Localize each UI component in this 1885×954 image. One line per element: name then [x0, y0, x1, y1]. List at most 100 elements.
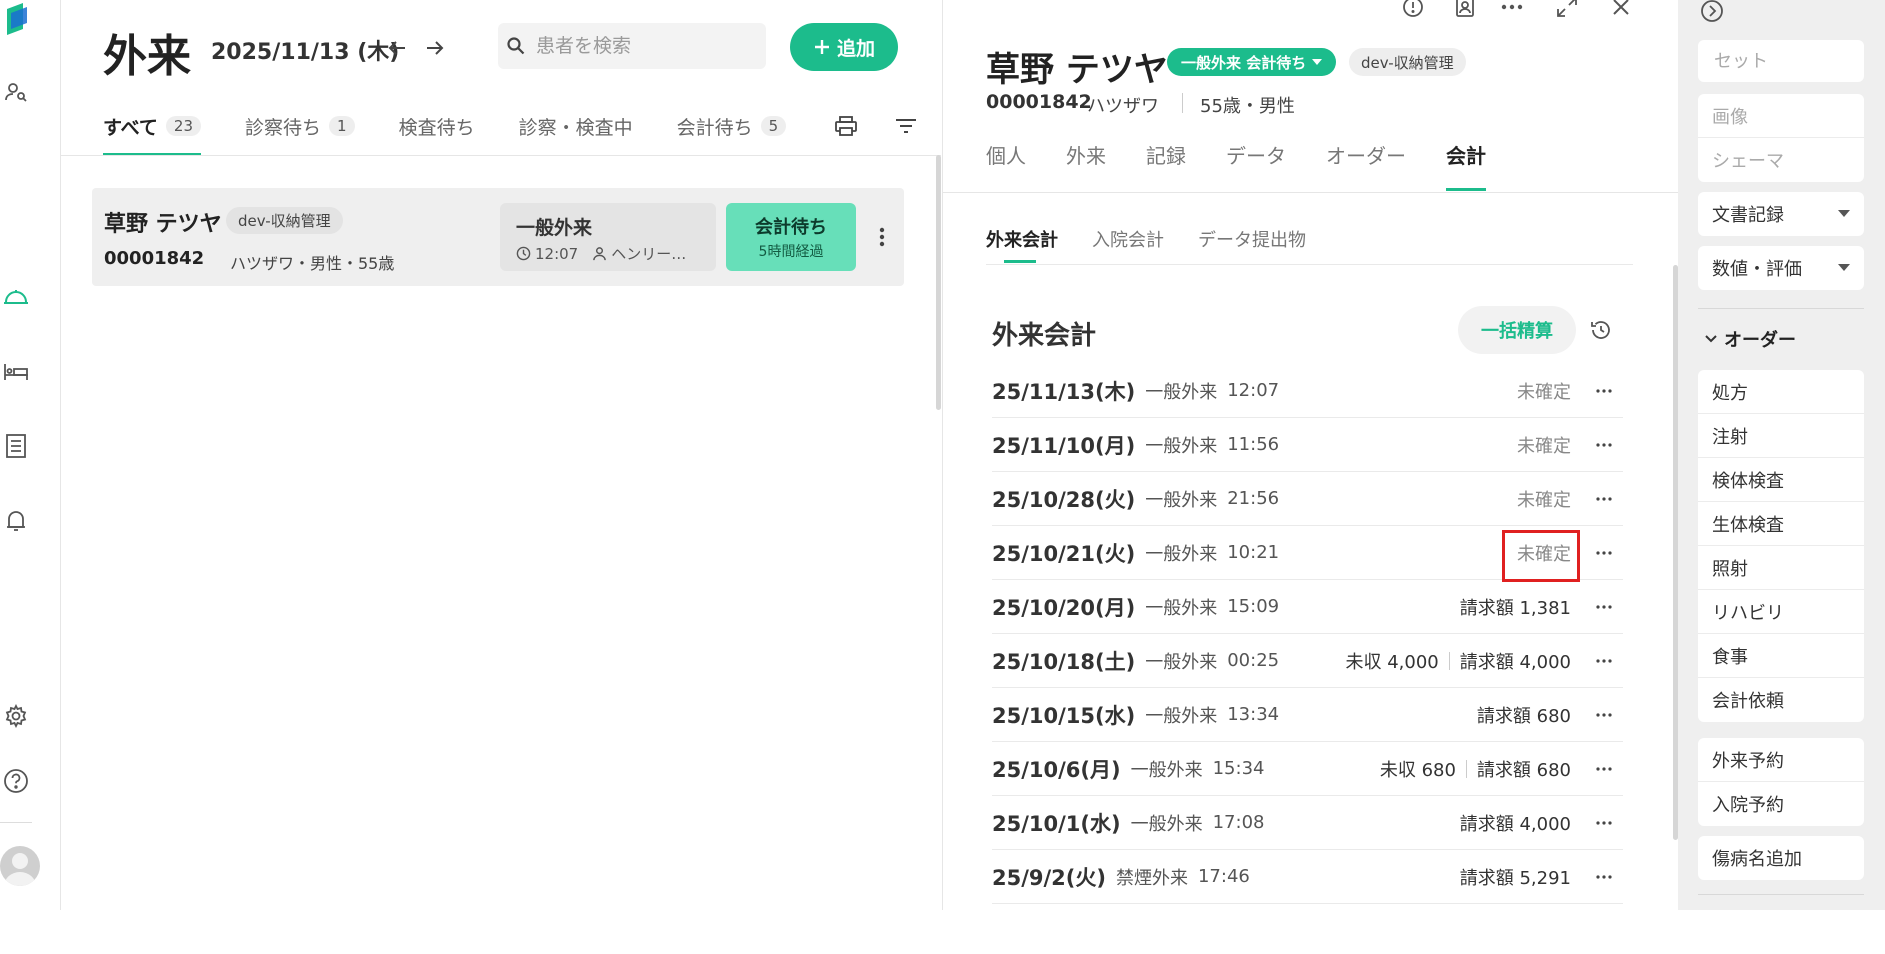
status-tabs: すべて 23 診察待ち 1 検査待ち 診察・検査中 会計待ち 5 [103, 96, 830, 156]
order-item[interactable]: 注射 [1698, 414, 1864, 458]
image-item: 画像 [1698, 94, 1864, 138]
patient-card[interactable]: 草野 テツヤ dev-収納管理 00001842 ハツザワ・男性・55歳 一般外… [92, 188, 904, 286]
prev-date-button[interactable] [383, 34, 411, 62]
more-horizontal-icon [1596, 442, 1612, 447]
records-list-icon[interactable] [0, 430, 32, 462]
subtab-data-submissions[interactable]: データ提出物 [1198, 226, 1306, 264]
tab-billing[interactable]: 会計 [1446, 140, 1486, 192]
row-more-button[interactable] [1593, 596, 1615, 618]
subtab-outpatient-billing[interactable]: 外来会計 [986, 226, 1058, 264]
search-input[interactable] [534, 34, 758, 58]
row-more-button[interactable] [1593, 542, 1615, 564]
history-icon [1591, 321, 1610, 339]
tab-count: 5 [760, 116, 787, 136]
user-avatar[interactable] [0, 846, 40, 886]
printer-icon [835, 116, 857, 136]
outpatient-icon[interactable] [0, 280, 32, 312]
next-date-button[interactable] [421, 34, 449, 62]
add-button[interactable]: 追加 [790, 23, 898, 71]
billing-date: 25/10/6(月) [992, 757, 1121, 782]
order-item[interactable]: 食事 [1698, 634, 1864, 678]
app-logo-icon[interactable] [0, 3, 32, 36]
set-search-box[interactable] [1698, 40, 1864, 82]
close-button[interactable] [1606, 0, 1636, 22]
disease-card[interactable]: 傷病名追加 [1698, 836, 1864, 880]
tab-orders[interactable]: オーダー [1326, 140, 1406, 192]
history-button[interactable] [1585, 314, 1617, 346]
row-more-button[interactable] [1593, 758, 1615, 780]
numeric-eval-dropdown[interactable]: 数値・評価 [1698, 246, 1864, 290]
order-item[interactable]: リハビリ [1698, 590, 1864, 634]
row-more-button[interactable] [1593, 704, 1615, 726]
subtab-inpatient-billing[interactable]: 入院会計 [1092, 226, 1164, 264]
billing-row[interactable]: 25/10/1(水) 一般外来 17:08 請求額 4,000 [992, 796, 1623, 850]
patient-search-icon[interactable] [0, 76, 32, 108]
tab-in-progress[interactable]: 診察・検査中 [519, 96, 633, 156]
billing-row[interactable]: 25/10/18(土) 一般外来 00:25 未収 4,000 請求額 4,000 [992, 634, 1623, 688]
billing-status: 請求額 4,000 [1459, 651, 1571, 673]
tab-personal[interactable]: 個人 [986, 140, 1026, 192]
bulk-settle-button[interactable]: 一括精算 [1458, 306, 1576, 354]
expand-button[interactable] [1552, 0, 1582, 22]
left-rail [0, 0, 61, 910]
row-more-button[interactable] [1593, 650, 1615, 672]
billing-row[interactable]: 25/10/6(月) 一般外来 15:34 未収 680 請求額 680 [992, 742, 1623, 796]
order-item[interactable]: 生体検査 [1698, 502, 1864, 546]
settings-gear-icon[interactable] [0, 700, 32, 732]
doc-record-dropdown[interactable]: 文書記録 [1698, 192, 1864, 236]
card-more-button[interactable] [872, 222, 892, 252]
row-more-button[interactable] [1593, 812, 1615, 834]
visit-info[interactable]: 一般外来 12:07 ヘンリー… [500, 203, 716, 271]
more-options-button[interactable] [1497, 0, 1527, 22]
set-input[interactable] [1712, 49, 1856, 73]
billing-row[interactable]: 25/10/21(火) 一般外来 10:21 未確定 [992, 526, 1623, 580]
status-elapsed: 5時間経過 [758, 244, 824, 260]
billing-row[interactable]: 25/11/13(木) 一般外来 12:07 未確定 [992, 364, 1623, 418]
tab-data[interactable]: データ [1226, 140, 1286, 192]
disease-add-item[interactable]: 傷病名追加 [1698, 836, 1864, 880]
order-item[interactable]: 会計依頼 [1698, 678, 1864, 722]
tab-records[interactable]: 記録 [1146, 140, 1186, 192]
reservation-item[interactable]: 入院予約 [1698, 782, 1864, 826]
numeric-eval-label: 数値・評価 [1712, 259, 1802, 280]
order-item[interactable]: 照射 [1698, 546, 1864, 590]
tab-outpatient[interactable]: 外来 [1066, 140, 1106, 192]
tab-all[interactable]: すべて 23 [103, 96, 202, 156]
row-more-button[interactable] [1593, 488, 1615, 510]
order-item[interactable]: 処方 [1698, 370, 1864, 414]
alert-button[interactable] [1398, 0, 1428, 22]
current-date[interactable]: 2025/11/13 (木) [211, 34, 399, 66]
billing-row[interactable]: 25/9/2(火) 禁煙外来 17:46 請求額 5,291 [992, 850, 1623, 904]
order-item[interactable]: 検体検査 [1698, 458, 1864, 502]
tab-exam-waiting[interactable]: 診察待ち 1 [245, 96, 355, 156]
billing-row[interactable]: 25/10/20(月) 一般外来 15:09 請求額 1,381 [992, 580, 1623, 634]
billing-status: 請求額 1,381 [1459, 597, 1571, 619]
notification-bell-icon[interactable] [0, 505, 32, 537]
billing-status-badge[interactable]: 会計待ち 5時間経過 [726, 203, 856, 271]
doc-record-card[interactable]: 文書記録 [1698, 192, 1864, 236]
print-button[interactable] [832, 112, 860, 140]
tab-label: 診察待ち [245, 116, 322, 139]
list-scrollbar[interactable] [936, 155, 941, 410]
billing-time: 15:34 [1212, 758, 1265, 779]
row-more-button[interactable] [1593, 866, 1615, 888]
filter-button[interactable] [892, 112, 920, 140]
order-section-toggle[interactable]: オーダー [1704, 326, 1796, 352]
detail-age-sex: 55歳・男性 [1200, 96, 1295, 117]
billing-row[interactable]: 25/10/28(火) 一般外来 21:56 未確定 [992, 472, 1623, 526]
tab-test-waiting[interactable]: 検査待ち [399, 96, 475, 156]
patient-search-box[interactable] [498, 23, 766, 69]
reservation-item[interactable]: 外来予約 [1698, 738, 1864, 782]
row-more-button[interactable] [1593, 434, 1615, 456]
numeric-eval-card[interactable]: 数値・評価 [1698, 246, 1864, 290]
profile-card-button[interactable] [1450, 0, 1480, 22]
help-question-icon[interactable] [0, 765, 32, 797]
panel-toggle-button[interactable] [1698, 0, 1726, 22]
row-more-button[interactable] [1593, 380, 1615, 402]
billing-row[interactable]: 25/11/10(月) 一般外来 11:56 未確定 [992, 418, 1623, 472]
billing-time: 21:56 [1227, 488, 1280, 509]
inpatient-bed-icon[interactable] [0, 356, 32, 388]
billing-row[interactable]: 25/10/15(水) 一般外来 13:34 請求額 680 [992, 688, 1623, 742]
visit-status-dropdown[interactable]: 一般外来 会計待ち [1167, 48, 1337, 76]
tab-billing-waiting[interactable]: 会計待ち 5 [677, 96, 787, 156]
